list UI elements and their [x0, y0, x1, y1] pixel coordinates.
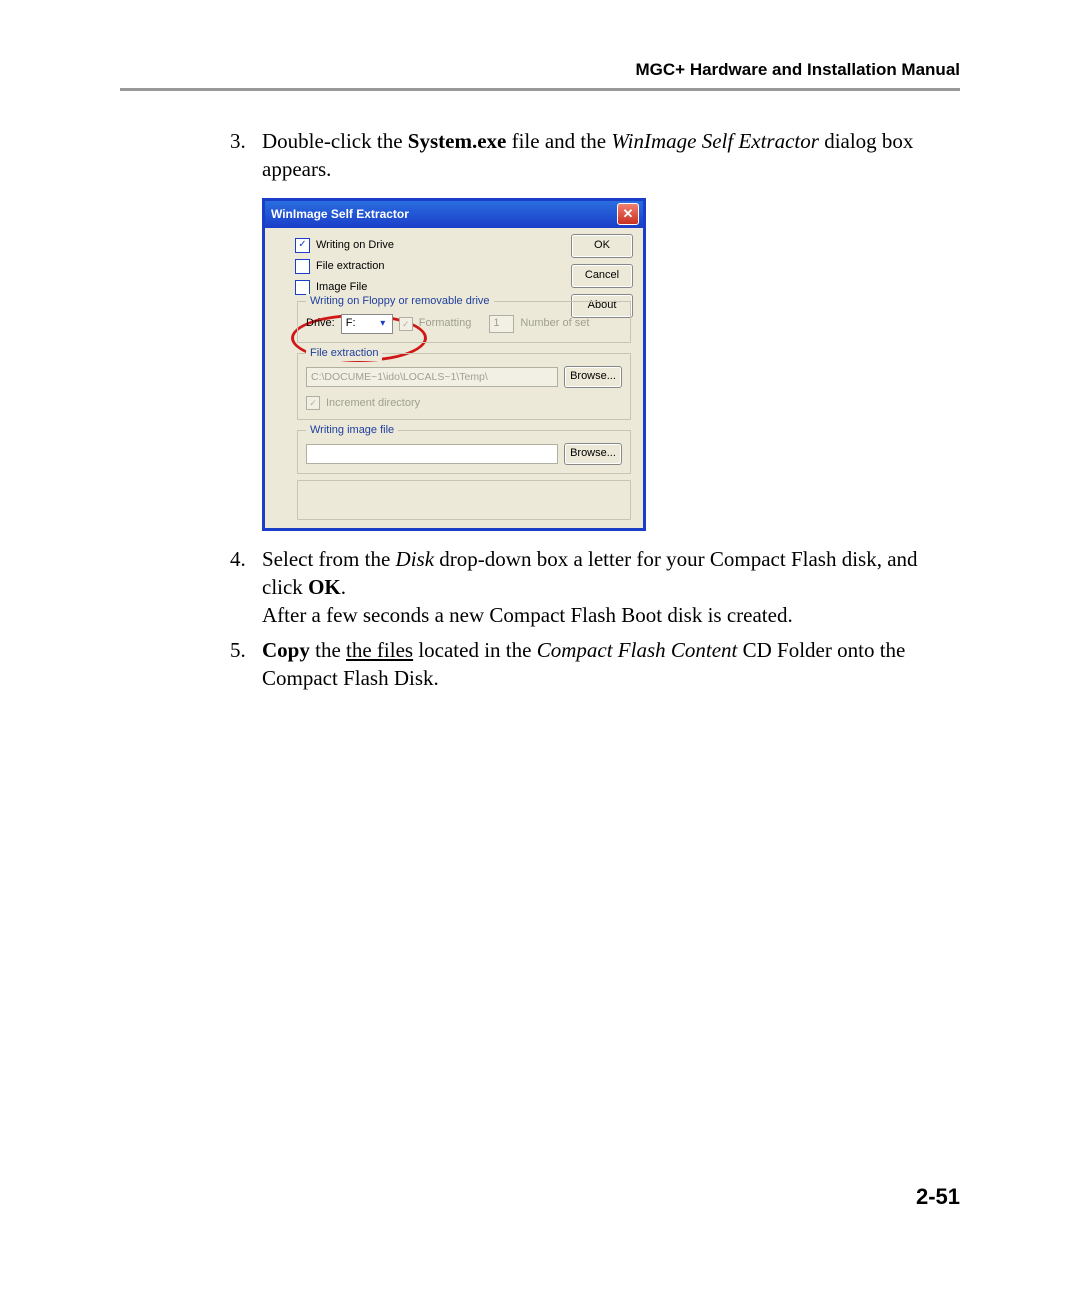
number-of-set-label: Number of set: [520, 316, 589, 331]
status-box: [297, 480, 631, 520]
t: located in the: [418, 638, 536, 662]
path-row: C:\DOCUME~1\ido\LOCALS~1\Temp\ Browse...: [306, 366, 622, 388]
ok-button[interactable]: OK: [571, 234, 633, 258]
t: Select from the: [262, 547, 396, 571]
group-writing-floppy: Writing on Floppy or removable drive Dri…: [297, 301, 631, 343]
t: the: [315, 638, 346, 662]
checkbox-file-extraction[interactable]: [295, 259, 310, 274]
browse-button[interactable]: Browse...: [564, 443, 622, 465]
page: MGC+ Hardware and Installation Manual 3.…: [0, 0, 1080, 1306]
t: Copy: [262, 638, 310, 662]
running-header: MGC+ Hardware and Installation Manual: [120, 60, 960, 80]
page-number: 2-51: [916, 1184, 960, 1210]
t: After a few seconds a new Compact Flash …: [262, 603, 793, 627]
increment-directory-label: Increment directory: [326, 396, 420, 411]
step-text: Double-click the System.exe file and the…: [262, 127, 960, 184]
t: OK: [308, 575, 341, 599]
t: System.exe: [408, 129, 507, 153]
image-file-field[interactable]: [306, 444, 558, 464]
checkbox-writing-on-drive[interactable]: ✓: [295, 238, 310, 253]
t: Double-click the: [262, 129, 408, 153]
checkbox-image-file[interactable]: [295, 280, 310, 295]
winimage-dialog: WinImage Self Extractor ✕ ✓ Writing on D…: [262, 198, 646, 531]
step-number: 4.: [230, 545, 262, 630]
chevron-down-icon: ▾: [376, 317, 390, 331]
browse-button[interactable]: Browse...: [564, 366, 622, 388]
path-field: C:\DOCUME~1\ido\LOCALS~1\Temp\: [306, 367, 558, 387]
step-text: Copy the the files located in the Compac…: [262, 636, 960, 693]
close-icon: ✕: [623, 207, 634, 220]
group-legend: Writing image file: [306, 423, 398, 438]
formatting-checkbox: ✓: [399, 317, 413, 331]
step-3: 3. Double-click the System.exe file and …: [230, 127, 960, 184]
body-text: 3. Double-click the System.exe file and …: [120, 127, 960, 692]
drive-select[interactable]: F: ▾: [341, 314, 393, 334]
group-legend: Writing on Floppy or removable drive: [306, 294, 494, 309]
t: WinImage Self Extractor: [611, 129, 819, 153]
formatting-label: Formatting: [419, 316, 472, 331]
titlebar-title: WinImage Self Extractor: [271, 206, 409, 222]
header-rule: [120, 88, 960, 91]
group-file-extraction: File extraction C:\DOCUME~1\ido\LOCALS~1…: [297, 353, 631, 420]
step-text: Select from the Disk drop-down box a let…: [262, 545, 960, 630]
close-button[interactable]: ✕: [617, 203, 639, 225]
image-file-row: Browse...: [306, 443, 622, 465]
cancel-button[interactable]: Cancel: [571, 264, 633, 288]
titlebar[interactable]: WinImage Self Extractor ✕: [265, 201, 643, 228]
t: the files: [346, 638, 413, 662]
step-4: 4. Select from the Disk drop-down box a …: [230, 545, 960, 630]
checkbox-label: Image File: [316, 280, 367, 295]
increment-row: ✓ Increment directory: [306, 396, 622, 411]
step-5: 5. Copy the the files located in the Com…: [230, 636, 960, 693]
figure-winimage-dialog: WinImage Self Extractor ✕ ✓ Writing on D…: [262, 198, 960, 531]
group-legend: File extraction: [306, 346, 382, 361]
drive-row: Drive: F: ▾ ✓ Formatting 1 Number of set: [306, 314, 622, 334]
number-of-set-input: 1: [489, 315, 514, 333]
drive-label: Drive:: [306, 316, 335, 331]
dialog-client: ✓ Writing on Drive File extraction Image…: [265, 228, 643, 528]
t: Compact Flash Content: [537, 638, 738, 662]
t: file and the: [512, 129, 612, 153]
step-number: 3.: [230, 127, 262, 184]
group-writing-image-file: Writing image file Browse...: [297, 430, 631, 474]
t: .: [341, 575, 346, 599]
step-number: 5.: [230, 636, 262, 693]
increment-directory-checkbox: ✓: [306, 396, 320, 410]
checkbox-label: File extraction: [316, 259, 384, 274]
checkbox-label: Writing on Drive: [316, 238, 394, 253]
drive-value: F:: [346, 316, 356, 331]
t: Disk: [396, 547, 435, 571]
